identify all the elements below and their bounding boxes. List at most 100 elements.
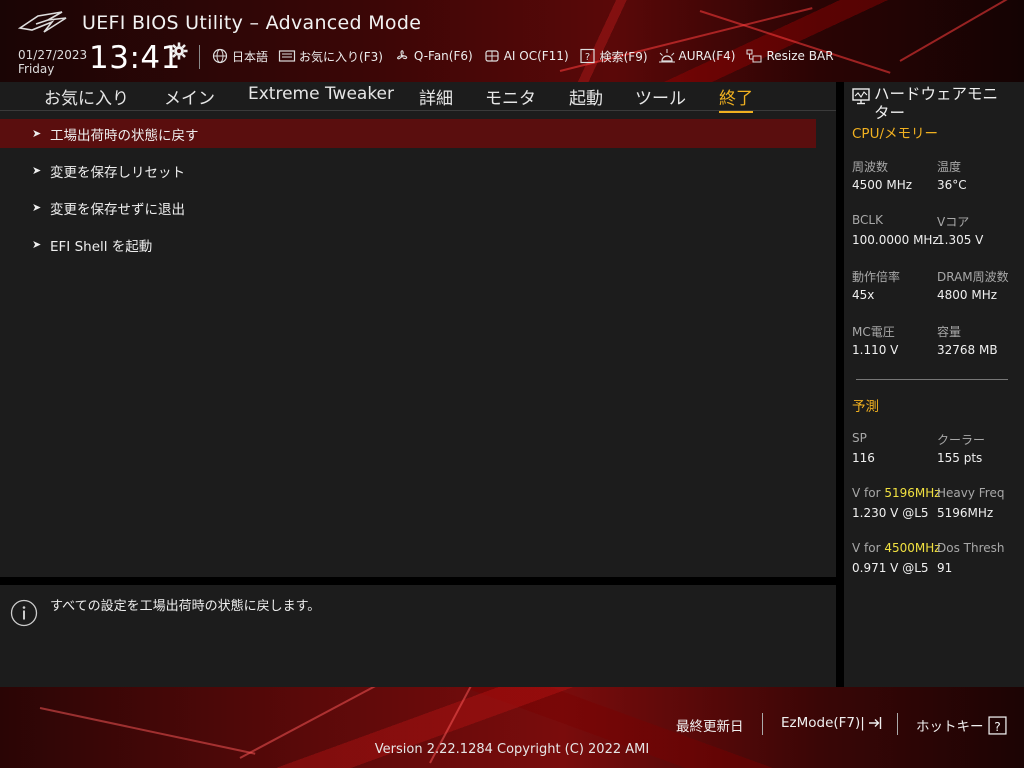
aura-label: AURA(F4) (678, 49, 736, 63)
monitor-icon (852, 88, 870, 105)
v-prefix: V for (852, 541, 885, 555)
tab-extreme-tweaker[interactable]: Extreme Tweaker (248, 84, 394, 104)
footer-divider (897, 713, 898, 735)
footer-divider (762, 713, 763, 735)
menu-item-label: 変更を保存しリセット (50, 164, 185, 181)
svg-text:?: ? (584, 52, 589, 63)
exit-arrow-icon (868, 717, 882, 729)
bclk-label: BCLK (852, 213, 883, 227)
tab-favorites[interactable]: お気に入り (44, 84, 129, 109)
ezmode-label: EzMode(F7)| (781, 715, 865, 731)
ezmode-button[interactable]: EzMode(F7)| (781, 715, 883, 731)
ai-oc-icon (485, 50, 499, 62)
menu-item-label: 工場出荷時の状態に戻す (50, 127, 199, 144)
help-panel: すべての設定を工場出荷時の状態に戻します。 (0, 585, 836, 687)
time-display: 13:41 (89, 40, 181, 76)
menu-bar: お気に入り メイン Extreme Tweaker 詳細 モニタ 起動 ツール … (0, 82, 836, 113)
version-text: Version 2.22.1284 Copyright (C) 2022 AMI (374, 742, 650, 757)
gear-icon[interactable] (170, 42, 188, 60)
dram-freq-label: DRAM周波数 (937, 270, 1009, 284)
cpu-temp-label: 温度 (937, 160, 962, 174)
day-display: Friday (18, 62, 55, 76)
menu-item-save-reset[interactable]: ➤ 変更を保存しリセット (0, 156, 816, 185)
hw-divider (856, 379, 1008, 380)
hardware-monitor-panel: ハードウェアモニ ター CPU/メモリー 周波数 温度 4500 MHz 36°… (844, 82, 1024, 687)
v-for-dos-value: 0.971 V @L5 (852, 561, 929, 575)
fan-icon (396, 50, 408, 60)
toolbar: 日本語 お気に入り(F3) Q-Fan(F6) AI OC(F11) ? 検索(… (211, 46, 844, 66)
tab-main[interactable]: メイン (164, 84, 215, 109)
date-display: 01/27/2023 (18, 48, 88, 62)
bclk-value: 100.0000 MHz (852, 233, 939, 247)
hotkeys-label: ホットキー (916, 719, 984, 735)
aura-button[interactable]: AURA(F4) (658, 48, 736, 64)
hardware-monitor-title: ハードウェアモニ ター (852, 85, 1022, 123)
vcore-value: 1.305 V (937, 233, 984, 247)
tab-advanced[interactable]: 詳細 (419, 84, 453, 109)
v-heavy-freq: 5196MHz (884, 486, 941, 500)
language-button[interactable]: 日本語 (211, 48, 268, 65)
menu-item-label: 変更を保存せずに退出 (50, 201, 185, 218)
help-question-icon: ? (987, 715, 1007, 735)
header-bar: UEFI BIOS Utility – Advanced Mode 01/27/… (0, 0, 1024, 82)
favorites-button[interactable]: お気に入り(F3) (278, 48, 383, 65)
vcore-label: Vコア (937, 215, 970, 229)
tab-tool[interactable]: ツール (635, 84, 686, 109)
v-prefix: V for (852, 486, 885, 500)
ai-oc-button[interactable]: AI OC(F11) (483, 48, 569, 64)
header-divider (199, 45, 200, 69)
tab-boot[interactable]: 起動 (569, 84, 603, 109)
menu-item-efi-shell[interactable]: ➤ EFI Shell を起動 (0, 230, 816, 259)
heavy-freq-value: 5196MHz (937, 506, 994, 520)
ratio-value: 45x (852, 288, 875, 302)
heavy-freq-label: Heavy Freq (937, 486, 1005, 500)
language-label: 日本語 (232, 49, 269, 64)
menu-item-discard-exit[interactable]: ➤ 変更を保存せずに退出 (0, 193, 816, 222)
prediction-section-title: 予測 (852, 399, 879, 415)
resize-bar-icon (746, 49, 762, 63)
qfan-button[interactable]: Q-Fan(F6) (393, 48, 473, 64)
v-for-heavy-value: 1.230 V @L5 (852, 506, 929, 520)
favorites-label: お気に入り(F3) (299, 49, 383, 64)
arrow-right-icon: ➤ (32, 238, 42, 251)
resize-bar-button[interactable]: Resize BAR (745, 48, 834, 64)
app-title: UEFI BIOS Utility – Advanced Mode (82, 12, 422, 34)
search-label: 検索(F9) (599, 49, 648, 64)
cpu-freq-value: 4500 MHz (852, 178, 913, 192)
hotkeys-button[interactable]: ホットキー ? (916, 715, 1007, 735)
footer-bar: 最終更新日 EzMode(F7)| ホットキー ? Version 2.22.1… (0, 687, 1024, 768)
cpu-temp-value: 36°C (937, 178, 967, 192)
tab-exit[interactable]: 終了 (719, 84, 753, 113)
dram-freq-value: 4800 MHz (937, 288, 998, 302)
help-text: すべての設定を工場出荷時の状態に戻します。 (50, 599, 321, 614)
last-modified-label: 最終更新日 (676, 719, 744, 735)
arrow-right-icon: ➤ (32, 127, 42, 140)
mc-voltage-value: 1.110 V (852, 343, 899, 357)
cooler-value: 155 pts (937, 451, 983, 465)
hw-title-line2: ター (874, 104, 906, 122)
search-help-icon: ? (580, 48, 595, 64)
hw-title-line1: ハードウェアモニ (874, 85, 999, 103)
mc-voltage-label: MC電圧 (852, 325, 895, 339)
cpu-memory-section-title: CPU/メモリー (852, 126, 938, 142)
menu-item-label: EFI Shell を起動 (50, 238, 153, 255)
rog-logo-icon (18, 11, 67, 33)
last-modified-button[interactable]: 最終更新日 (676, 715, 744, 735)
globe-icon (212, 48, 228, 64)
info-icon (10, 599, 38, 627)
cooler-label: クーラー (937, 433, 986, 447)
ratio-label: 動作倍率 (852, 270, 901, 284)
resize-bar-label: Resize BAR (766, 49, 834, 63)
arrow-right-icon: ➤ (32, 201, 42, 214)
cpu-freq-label: 周波数 (852, 160, 889, 174)
main-panel: お気に入り メイン Extreme Tweaker 詳細 モニタ 起動 ツール … (0, 82, 836, 577)
v-dos-freq: 4500MHz (884, 541, 941, 555)
v-for-heavy-label: V for 5196MHz (852, 486, 941, 500)
capacity-value: 32768 MB (937, 343, 998, 357)
dos-thresh-value: 91 (937, 561, 953, 575)
tab-monitor[interactable]: モニタ (485, 84, 536, 109)
arrow-right-icon: ➤ (32, 164, 42, 177)
menu-item-load-defaults[interactable]: ➤ 工場出荷時の状態に戻す (0, 119, 816, 148)
search-button[interactable]: ? 検索(F9) (579, 48, 648, 65)
capacity-label: 容量 (937, 325, 962, 339)
